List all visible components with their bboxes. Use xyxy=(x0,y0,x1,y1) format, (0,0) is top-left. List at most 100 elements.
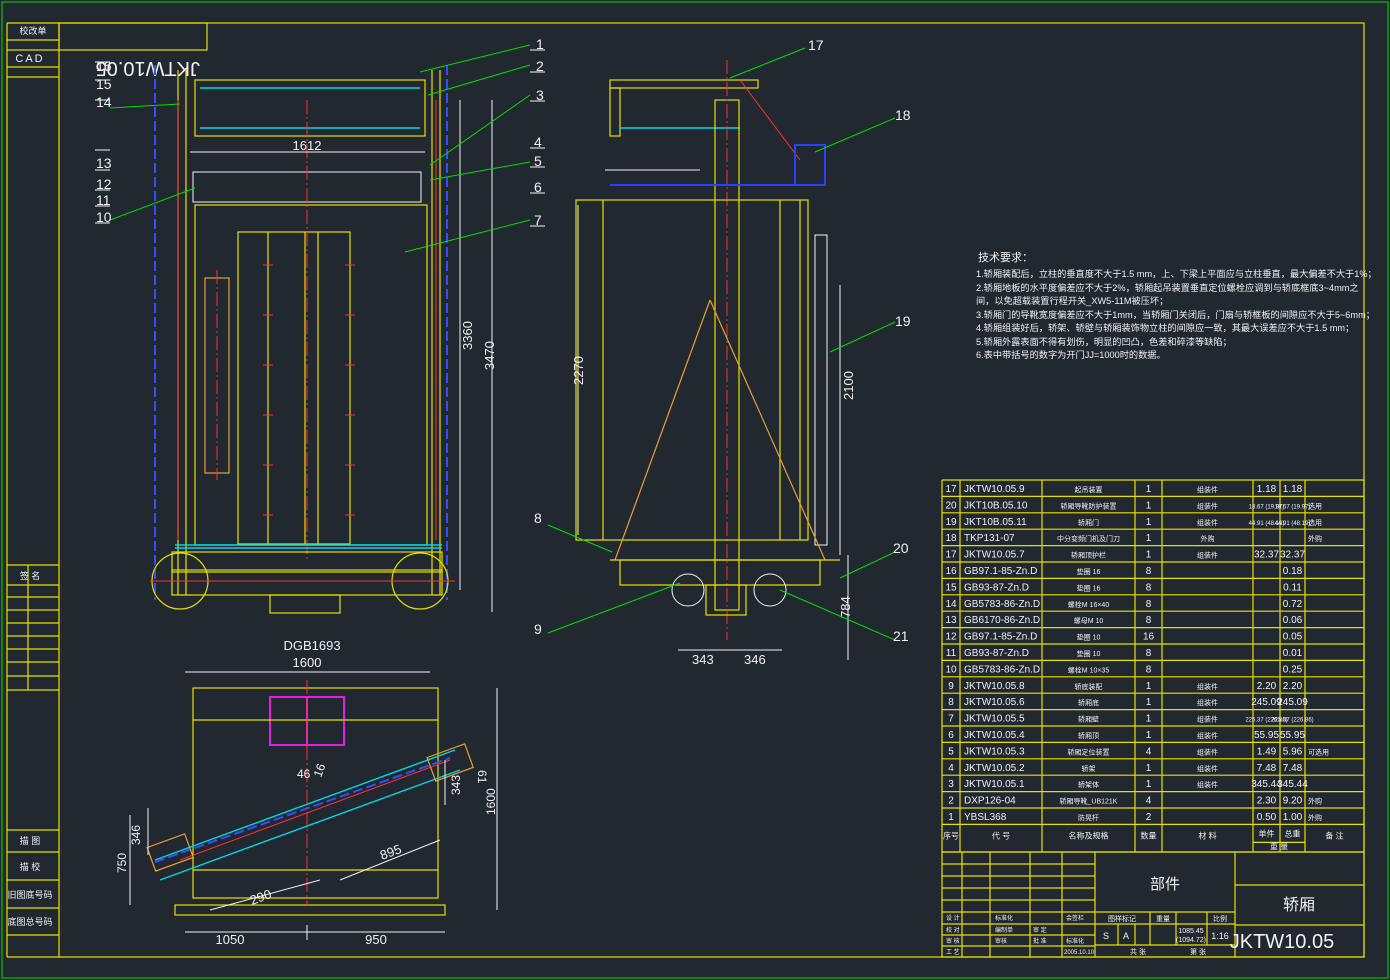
bom-cell-no: 9 xyxy=(948,681,954,692)
sign-review: 审 定 xyxy=(1033,926,1047,934)
label-1: 1 xyxy=(536,36,544,52)
label-9: 9 xyxy=(534,621,542,637)
label-8: 8 xyxy=(534,510,542,526)
dim-1600-top: 1600 xyxy=(293,655,322,670)
col-label-mass: 重量 xyxy=(1156,915,1170,923)
bom-cell-name: 轿厢顶护栏 xyxy=(1071,551,1106,560)
bom-cell-total-mass: 55.95 xyxy=(1280,730,1305,741)
strip-label-old-no: 旧图底号码 xyxy=(7,889,52,900)
bom-cell-code: DXP126-04 xyxy=(964,796,1016,807)
bom-cell-no: 19 xyxy=(945,517,957,528)
bom-cell-note: 外购 xyxy=(1308,797,1322,806)
bom-header-total: 总重 xyxy=(1285,828,1301,838)
bom-cell-qty: 1 xyxy=(1146,500,1152,511)
tech-req-line-4: 3.轿厢门的导靴宽度偏差应不大于1mm，当轿厢门关闭后，门扇与轿框板的间隙应不大… xyxy=(976,309,1375,320)
bom-cell-qty: 8 xyxy=(1146,664,1152,675)
bom-cell-qty: 16 xyxy=(1143,632,1155,643)
mass-value-alt: (1094.72) xyxy=(1176,937,1206,944)
bom-cell-material: 组装件 xyxy=(1197,731,1218,740)
tech-req-title: 技术要求： xyxy=(978,251,1033,264)
bom-header-material: 材 料 xyxy=(1198,830,1216,840)
bom-cell-material: 组装件 xyxy=(1197,780,1218,789)
dim-46: 46 xyxy=(297,767,311,781)
bom-cell-note: 外购 xyxy=(1308,813,1322,822)
bom-cell-name: 螺母M 10 xyxy=(1074,616,1104,625)
mass-value: 1085.45 xyxy=(1178,928,1203,935)
label-19: 19 xyxy=(895,313,911,329)
bom-cell-no: 11 xyxy=(946,648,957,659)
sign-standard-2: 标准化 xyxy=(1066,937,1084,945)
col-label-mark: 图样标记 xyxy=(1108,914,1136,923)
dim-1600-side: 1600 xyxy=(484,788,498,815)
strip-label-revision: 校改单 xyxy=(19,25,46,36)
strip-label-check: 描 校 xyxy=(20,861,41,872)
label-20: 20 xyxy=(893,540,909,556)
bom-cell-no: 20 xyxy=(945,500,957,511)
bom-cell-name: 垫圈 16 xyxy=(1077,583,1101,592)
bom-cell-qty: 1 xyxy=(1146,533,1152,544)
stage-s: S xyxy=(1103,931,1109,941)
bom-cell-no: 8 xyxy=(948,697,954,708)
bom-cell-total-mass: 5.96 xyxy=(1283,746,1303,757)
bom-header-weight: 重 量 xyxy=(1270,841,1288,851)
bom-cell-name: 轿厢门 xyxy=(1078,518,1099,527)
bom-cell-code: GB5783-86-Zn.D xyxy=(964,599,1040,610)
bom-cell-note: 选用 xyxy=(1308,501,1322,510)
bom-cell-code: JKTW10.05.1 xyxy=(964,779,1025,790)
bom-cell-unit-mass: 32.37 xyxy=(1254,550,1279,561)
part-name: 轿厢 xyxy=(1283,896,1315,914)
bom-header-code: 代 号 xyxy=(992,830,1010,840)
dim-1612: 1612 xyxy=(293,138,322,153)
bom-cell-note: 可选用 xyxy=(1308,747,1329,756)
bom-cell-code: JKT10B.05.10 xyxy=(964,500,1028,511)
bom-cell-note: 外购 xyxy=(1308,534,1322,543)
bom-cell-no: 6 xyxy=(948,730,954,741)
strip-label-trace: 描 图 xyxy=(20,835,41,846)
label-17: 17 xyxy=(808,37,824,53)
bom-cell-no: 14 xyxy=(945,599,957,610)
sign-compile: 编制单 xyxy=(995,926,1013,934)
bom-cell-total-mass: 7.48 xyxy=(1283,763,1303,774)
label-3: 3 xyxy=(536,87,544,103)
tech-req-line-1: 1.轿厢装配后，立柱的垂直度不大于1.5 mm，上、下梁上平面应与立柱垂直，最大… xyxy=(976,268,1377,279)
tech-req-line-2: 2.轿厢地板的水平度偏差应不大于2%，轿厢起吊装置垂直定位螺栓应调到与轿底框底3… xyxy=(976,282,1359,293)
bom-cell-no: 18 xyxy=(945,533,957,544)
label-4: 4 xyxy=(534,134,542,150)
bom-header-qty: 数量 xyxy=(1141,830,1157,840)
label-21: 21 xyxy=(893,628,909,644)
bom-cell-total-mass: 0.11 xyxy=(1283,582,1302,593)
dim-346: 346 xyxy=(744,652,766,667)
bom-cell-no: 10 xyxy=(945,664,957,675)
dim-3360: 3360 xyxy=(460,321,475,350)
bom-cell-no: 7 xyxy=(948,714,954,725)
bom-cell-total-mass: 9.20 xyxy=(1283,796,1303,807)
bom-cell-qty: 1 xyxy=(1146,681,1152,692)
bom-cell-name: 轿底装配 xyxy=(1075,682,1103,691)
bom-cell-qty: 8 xyxy=(1146,615,1152,626)
bom-cell-unit-mass: 2.30 xyxy=(1257,796,1277,807)
bom-cell-qty: 8 xyxy=(1146,648,1152,659)
bom-cell-name: 轿架体 xyxy=(1078,780,1099,789)
bom-cell-name: 轿厢定位装置 xyxy=(1068,747,1110,756)
label-14: 14 xyxy=(96,94,112,110)
label-16: 16 xyxy=(96,58,112,74)
bom-cell-total-mass: 1.18 xyxy=(1283,484,1303,495)
bom-cell-qty: 1 xyxy=(1146,517,1152,528)
bom-cell-qty: 1 xyxy=(1146,714,1152,725)
drawing-code: JKTW10.05 xyxy=(1230,931,1334,953)
sign-standard: 标准化 xyxy=(995,914,1013,922)
bom-cell-total-mass: 1.00 xyxy=(1283,812,1303,823)
label-6: 6 xyxy=(534,179,542,195)
label-12: 12 xyxy=(96,176,112,192)
plan-title: DGB1693 xyxy=(283,638,340,653)
bom-cell-name: 轿架 xyxy=(1082,764,1096,773)
bom-cell-no: 3 xyxy=(948,779,954,790)
label-10: 10 xyxy=(96,209,112,225)
bom-header-name: 名称及规格 xyxy=(1069,830,1109,840)
bom-cell-qty: 1 xyxy=(1146,730,1152,741)
bom-cell-code: GB5783-86-Zn.D xyxy=(964,664,1040,675)
bom-cell-total-mass: 0.06 xyxy=(1283,615,1303,626)
dim-2270: 2270 xyxy=(571,356,586,385)
bom-cell-material: 组装件 xyxy=(1197,698,1218,707)
tech-req-line-7: 6.表中带括号的数字为开门JJ=1000时的数据。 xyxy=(976,349,1166,360)
